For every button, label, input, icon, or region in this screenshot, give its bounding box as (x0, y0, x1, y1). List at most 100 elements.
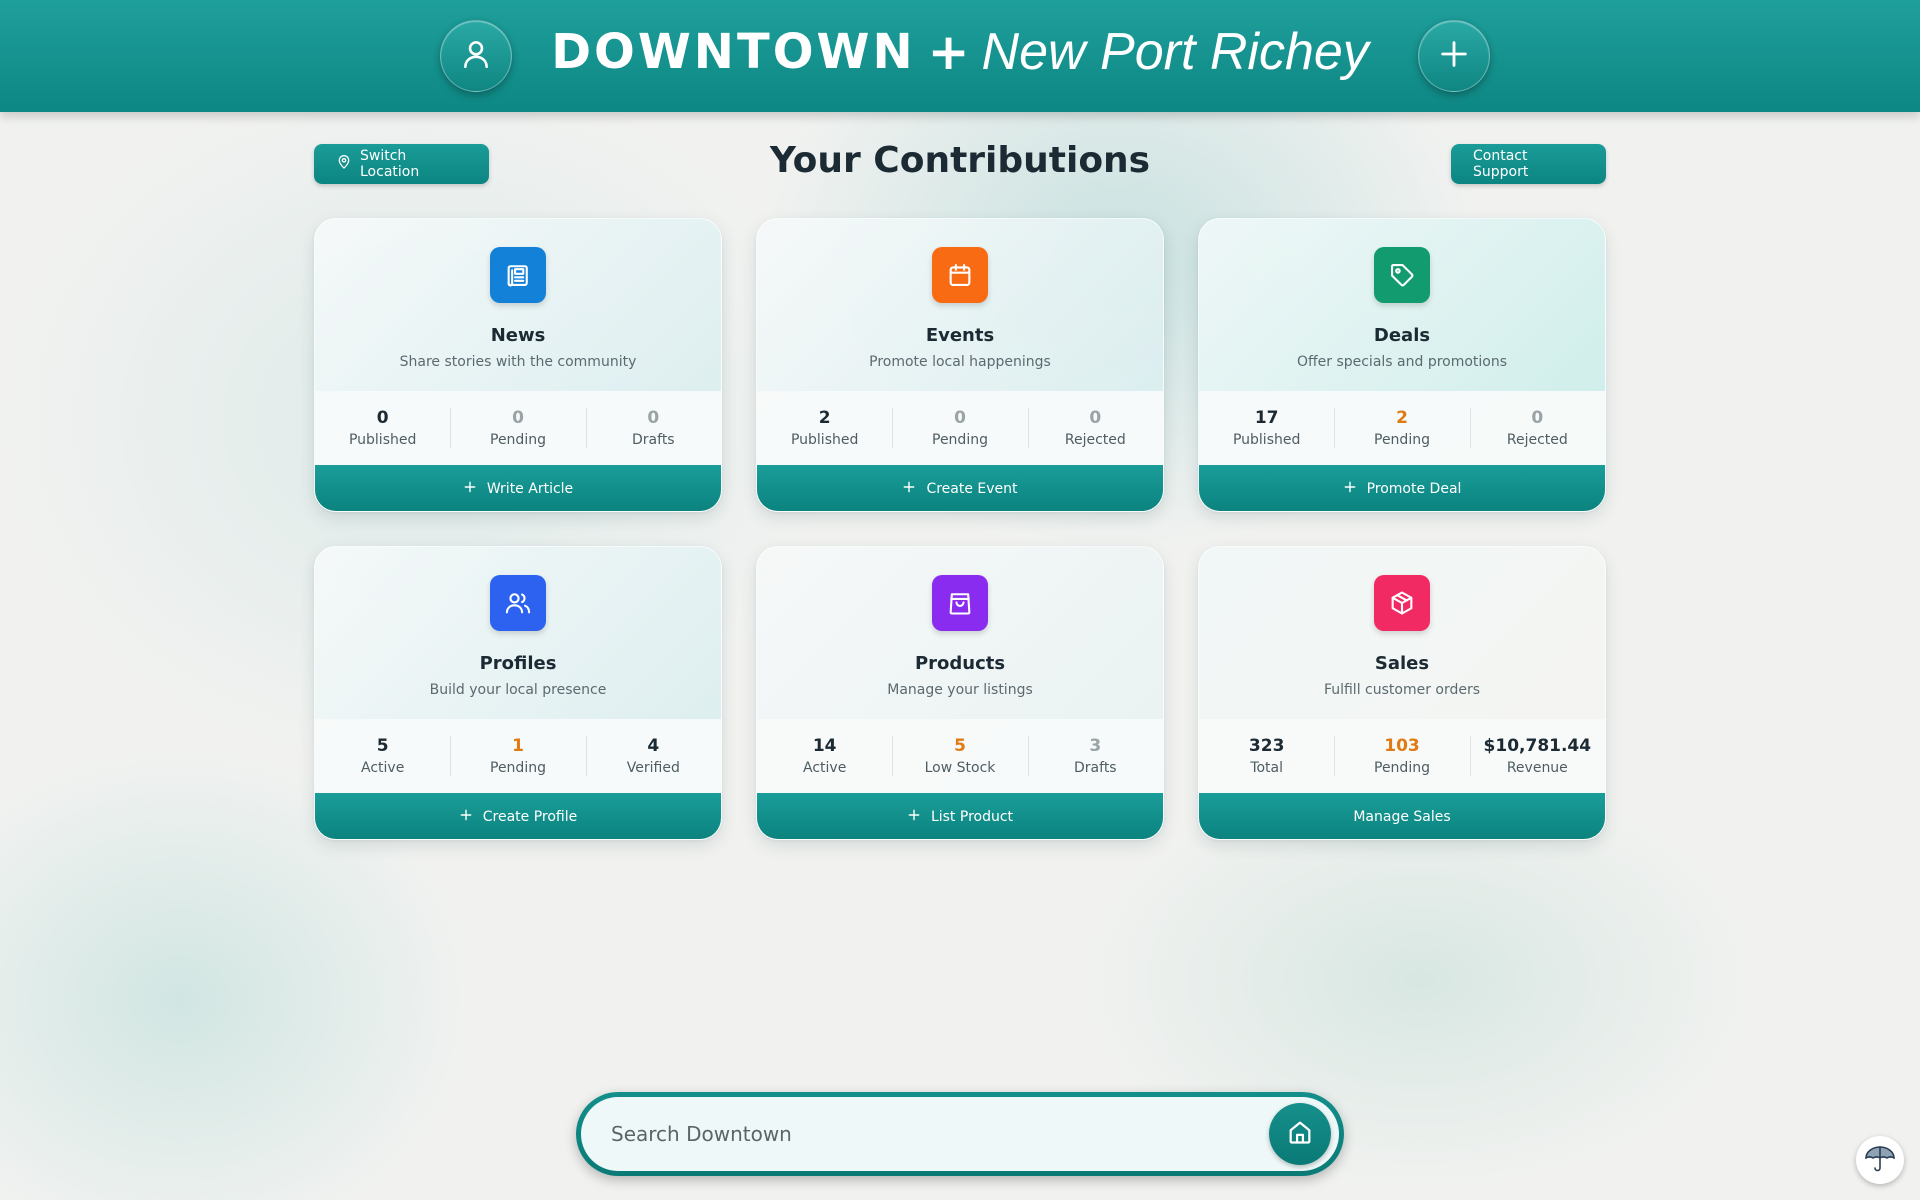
create-profile-button[interactable]: Create Profile (315, 793, 721, 839)
stat-published[interactable]: 2 Published (757, 406, 892, 450)
plus-icon (1437, 37, 1471, 75)
stat-pending[interactable]: 0 Pending (892, 406, 1027, 450)
brand-logo[interactable]: DOWNTOWN + New Port Richey (0, 20, 1920, 84)
card-subtitle: Fulfill customer orders (1323, 682, 1481, 698)
stat-value: 4 (647, 736, 660, 756)
plus-icon (1343, 480, 1357, 498)
stat-pending[interactable]: 1 Pending (450, 734, 585, 778)
newspaper-icon (490, 247, 546, 303)
stat-label: Verified (626, 760, 680, 776)
card-stats: 2 Published 0 Pending 0 Rejected (757, 391, 1163, 465)
stat-pending[interactable]: 0 Pending (450, 406, 585, 450)
action-label: Promote Deal (1366, 481, 1462, 497)
card-title: Products (914, 653, 1006, 674)
stat-label: Active (803, 760, 847, 776)
stat-value: 5 (376, 736, 389, 756)
stat-value: 2 (818, 408, 831, 428)
stat-label: Published (790, 432, 859, 448)
stat-published[interactable]: 0 Published (315, 406, 450, 450)
stat-label: Low Stock (924, 760, 996, 776)
plus-icon (907, 808, 921, 826)
users-icon (490, 575, 546, 631)
card-subtitle: Manage your listings (887, 682, 1033, 698)
stat-value: 0 (376, 408, 389, 428)
card-title: News (490, 325, 546, 346)
action-label: Write Article (486, 481, 574, 497)
action-label: Create Event (926, 481, 1018, 497)
stat-label: Published (1232, 432, 1301, 448)
stat-low-stock[interactable]: 5 Low Stock (892, 734, 1027, 778)
card-news: News Share stories with the community 0 … (314, 218, 722, 512)
card-title: Deals (1373, 325, 1431, 346)
stat-drafts[interactable]: 0 Drafts (585, 406, 721, 450)
stat-label: Rejected (1064, 432, 1126, 448)
stat-value: 1 (512, 736, 524, 756)
card-subtitle: Promote local happenings (869, 354, 1051, 370)
manage-sales-button[interactable]: Manage Sales (1199, 793, 1605, 839)
promote-deal-button[interactable]: Promote Deal (1199, 465, 1605, 511)
card-stats: 14 Active 5 Low Stock 3 Drafts (757, 719, 1163, 793)
action-label: Create Profile (482, 809, 578, 825)
stat-value: 323 (1248, 736, 1285, 756)
floating-umbrella-button[interactable] (1856, 1136, 1904, 1184)
stat-value: 0 (1531, 408, 1544, 428)
stat-value: 5 (954, 736, 966, 756)
stat-value: 103 (1384, 736, 1420, 756)
list-product-button[interactable]: List Product (757, 793, 1163, 839)
stat-pending[interactable]: 103 Pending (1334, 734, 1469, 778)
tag-icon (1374, 247, 1430, 303)
stat-rejected[interactable]: 0 Rejected (1469, 406, 1605, 450)
stat-verified[interactable]: 4 Verified (585, 734, 721, 778)
search-input[interactable] (581, 1097, 1221, 1171)
stat-value: 0 (512, 408, 524, 428)
page-title: Your Contributions (769, 140, 1151, 181)
card-subtitle: Offer specials and promotions (1296, 354, 1508, 370)
stat-label: Pending (490, 760, 546, 776)
card-stats: 323 Total 103 Pending $10,781.44 Revenue (1199, 719, 1605, 793)
brand-main-text: DOWNTOWN (551, 24, 916, 80)
plus-icon (902, 480, 916, 498)
card-deals: Deals Offer specials and promotions 17 P… (1198, 218, 1606, 512)
umbrella-icon (1862, 1140, 1898, 1180)
stat-label: Revenue (1506, 760, 1568, 776)
stat-active[interactable]: 5 Active (315, 734, 450, 778)
action-label: List Product (930, 809, 1014, 825)
card-subtitle: Build your local presence (429, 682, 607, 698)
stat-value: 0 (954, 408, 966, 428)
contact-support-button[interactable]: Contact Support (1451, 144, 1606, 184)
search-bar (576, 1092, 1344, 1176)
stat-active[interactable]: 14 Active (757, 734, 892, 778)
shopping-bag-icon (932, 575, 988, 631)
stat-label: Active (361, 760, 405, 776)
stat-label: Pending (932, 432, 988, 448)
calendar-icon (932, 247, 988, 303)
stat-total[interactable]: 323 Total (1199, 734, 1334, 778)
stat-label: Pending (490, 432, 546, 448)
brand-city-text: New Port Richey (981, 23, 1369, 81)
card-title: Sales (1374, 653, 1430, 674)
card-title: Events (925, 325, 995, 346)
plus-icon (459, 808, 473, 826)
stat-label: Pending (1374, 432, 1430, 448)
stat-pending[interactable]: 2 Pending (1334, 406, 1469, 450)
stat-rejected[interactable]: 0 Rejected (1027, 406, 1163, 450)
stat-drafts[interactable]: 3 Drafts (1027, 734, 1163, 778)
action-label: Manage Sales (1353, 809, 1451, 825)
stat-revenue[interactable]: $10,781.44 Revenue (1469, 734, 1605, 778)
card-stats: 17 Published 2 Pending 0 Rejected (1199, 391, 1605, 465)
stat-value: 3 (1089, 736, 1102, 756)
create-event-button[interactable]: Create Event (757, 465, 1163, 511)
stat-value: 14 (812, 736, 837, 756)
contact-support-label: Contact Support (1473, 148, 1529, 180)
write-article-button[interactable]: Write Article (315, 465, 721, 511)
stat-published[interactable]: 17 Published (1199, 406, 1334, 450)
card-products: Products Manage your listings 14 Active … (756, 546, 1164, 840)
app-header: DOWNTOWN + New Port Richey (0, 0, 1920, 112)
card-profiles: Profiles Build your local presence 5 Act… (314, 546, 722, 840)
home-button[interactable] (1269, 1103, 1331, 1165)
stat-label: Rejected (1506, 432, 1568, 448)
stat-value: 2 (1396, 408, 1408, 428)
add-button[interactable] (1418, 20, 1490, 92)
card-title: Profiles (479, 653, 557, 674)
package-icon (1374, 575, 1430, 631)
